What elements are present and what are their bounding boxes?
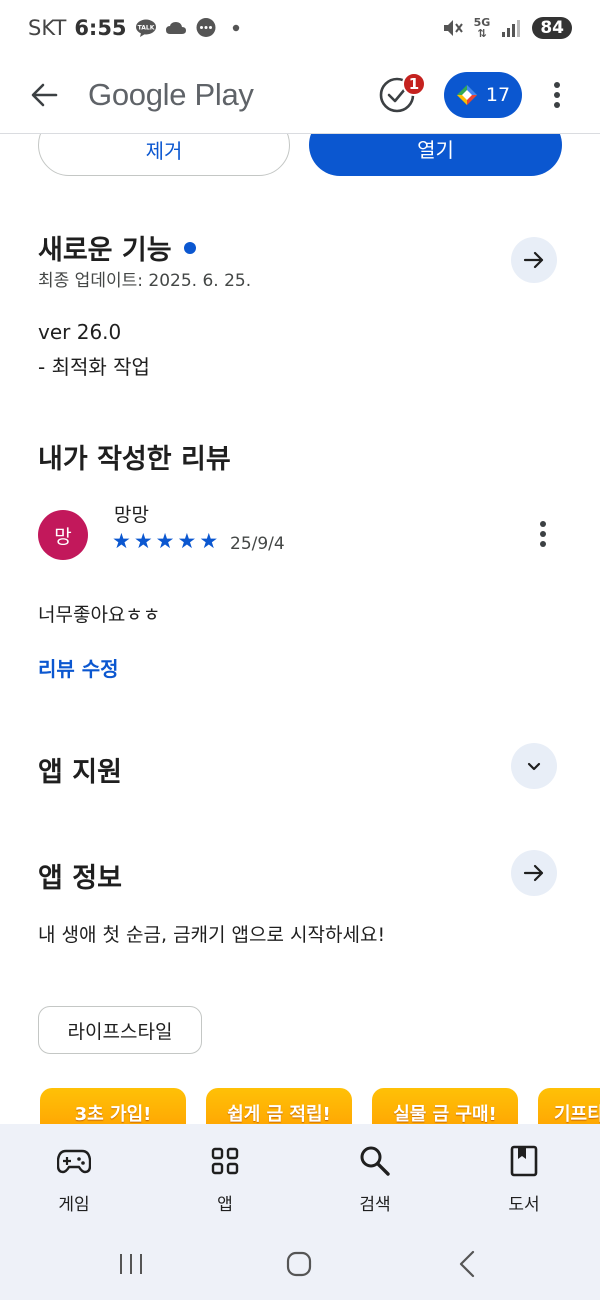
apps-grid-icon [211,1144,239,1178]
svg-text:TALK: TALK [137,25,154,32]
star-icon: ★ [112,529,131,553]
more-vert-icon [540,521,546,547]
system-navigation-bar [0,1224,600,1300]
talk-notification-icon: TALK [135,18,157,38]
nav-tab-apps[interactable]: 앱 [175,1124,275,1224]
cloud-notification-icon [165,18,187,38]
more-vert-icon [554,81,560,108]
network-type-label: 5G ⇅ [473,16,491,40]
app-info-arrow-button[interactable] [511,850,557,896]
bottom-navigation: 게임 앱 검색 도서 [0,1124,600,1224]
message-notification-icon [195,18,217,38]
app-description: 내 생애 첫 순금, 금캐기 앱으로 시작하세요! [38,924,386,946]
play-points-button[interactable]: 17 [444,71,522,118]
screenshot-card[interactable]: 실물 금 구매! [372,1088,518,1128]
star-icon: ★ [133,529,153,553]
star-icon: ★ [155,529,175,553]
play-points-diamond-icon [456,84,477,105]
nav-label-books: 도서 [508,1195,540,1215]
nav-tab-search[interactable]: 검색 [325,1124,425,1224]
mute-icon [442,18,464,38]
system-back-button[interactable] [447,1244,487,1284]
status-right: 5G ⇅ 84 [442,17,572,39]
screenshot-card[interactable]: 3초 가입! [40,1088,186,1128]
app-support-expand-button[interactable] [511,743,557,789]
gamepad-icon [57,1144,91,1178]
star-icon: ★ [177,529,197,553]
status-bar: SKT 6:55 TALK 5G ⇅ 84 [0,0,600,56]
star-icon: ★ [199,529,219,553]
recent-apps-button[interactable] [111,1244,151,1284]
clock: 6:55 [74,16,127,40]
search-icon [359,1144,391,1178]
app-bar-actions: 1 17 [372,70,600,120]
back-chevron-icon [459,1250,475,1278]
my-review-title: 내가 작성한 리뷰 [38,444,231,475]
category-chip[interactable]: 라이프스타일 [38,1006,202,1054]
notification-badge: 1 [402,71,426,96]
signal-icon [500,18,522,38]
arrow-forward-icon [523,251,544,269]
back-button[interactable] [0,56,88,134]
nav-tab-games[interactable]: 게임 [24,1124,124,1224]
review-date: 25/9/4 [230,534,285,554]
new-indicator-dot [183,241,196,254]
app-support-title: 앱 지원 [38,757,122,788]
whats-new-arrow-button[interactable] [511,237,557,283]
nav-label-apps: 앱 [217,1195,233,1215]
whats-new-heading: 새로운 기능 [38,235,172,266]
nav-label-search: 검색 [359,1195,391,1215]
home-icon [286,1251,312,1277]
more-notifications-dot-icon [225,18,247,38]
last-updated: 최종 업데이트: 2025. 6. 25. [38,271,252,291]
status-left: SKT 6:55 TALK [28,16,247,40]
nav-label-games: 게임 [58,1195,90,1215]
app-info-title: 앱 정보 [38,863,122,894]
version-text: ver 26.0 [38,320,122,344]
arrow-forward-icon [523,864,544,882]
review-more-button[interactable] [528,516,558,552]
chevron-down-icon [527,762,541,771]
back-arrow-icon [31,83,58,106]
network-type: 5G [473,16,491,29]
edit-review-link[interactable]: 리뷰 수정 [38,653,119,682]
battery-level: 84 [532,17,572,39]
review-text: 너무좋아요ㅎㅎ [38,604,161,626]
screenshot-card[interactable]: 쉽게 금 적립! [206,1088,352,1128]
app-title: Google Play [88,76,254,112]
release-note: - 최적화 작업 [38,355,150,379]
more-options-button[interactable] [542,72,572,118]
app-bar: Google Play 1 17 [0,56,600,134]
reviewer-name: 망망 [114,504,149,526]
play-points-count: 17 [485,83,511,106]
whats-new-title: 새로운 기능 [38,228,196,267]
home-button[interactable] [279,1244,319,1284]
star-rating: ★ ★ ★ ★ ★ [112,529,218,553]
screenshot-card[interactable]: 기프티 [538,1088,600,1128]
screenshot-carousel[interactable]: 3초 가입! 쉽게 금 적립! 실물 금 구매! 기프티 [0,1088,600,1128]
avatar: 망 [38,510,88,560]
carrier-label: SKT [28,16,67,40]
book-icon [510,1144,538,1178]
play-pass-tasks-button[interactable]: 1 [372,70,426,120]
recent-apps-icon [120,1254,142,1274]
nav-tab-books[interactable]: 도서 [474,1124,574,1224]
